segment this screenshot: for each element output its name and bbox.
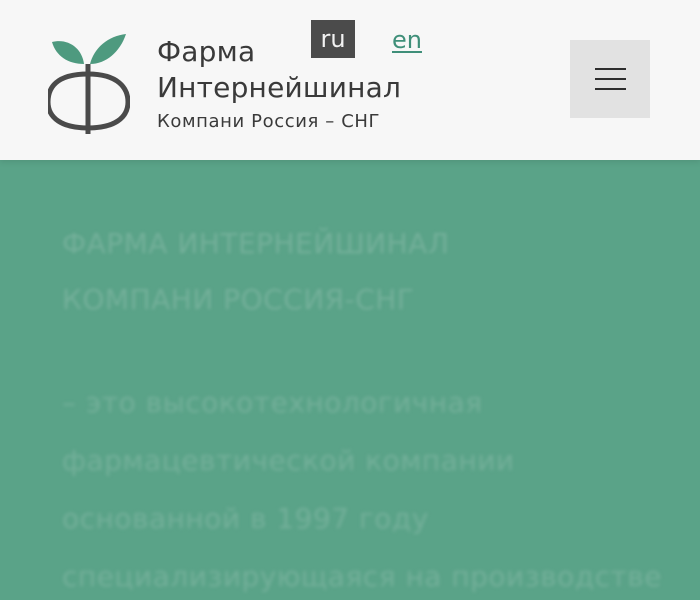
- lang-ru-button[interactable]: ru: [311, 20, 355, 58]
- hero-heading: ФАРМА ИНТЕРНЕЙШИНАЛ КОМПАНИ РОССИЯ-СНГ: [62, 216, 662, 328]
- hero-paragraph-line1: – это высокотехнологичная: [62, 386, 483, 419]
- hero-heading-line1: ФАРМА ИНТЕРНЕЙШИНАЛ: [62, 227, 450, 260]
- hero-paragraph-line4: специализирующаяся на производстве: [62, 560, 663, 593]
- hero-paragraph: – это высокотехнологичная фармацевтическ…: [62, 374, 682, 600]
- hero-section: ФАРМА ИНТЕРНЕЙШИНАЛ КОМПАНИ РОССИЯ-СНГ –…: [0, 166, 700, 600]
- phi-leaf-logo-icon[interactable]: [48, 30, 130, 140]
- brand-name-line1: Фарма: [157, 35, 256, 68]
- brand-block[interactable]: Фарма Интернейшинал Компани Россия – СНГ: [157, 34, 401, 134]
- hero-paragraph-line2: фармацевтической компании: [62, 444, 515, 477]
- brand-tagline: Компани Россия – СНГ: [157, 111, 381, 132]
- menu-button[interactable]: [570, 40, 650, 118]
- page: Фарма Интернейшинал Компани Россия – СНГ…: [0, 0, 700, 600]
- site-header: Фарма Интернейшинал Компани Россия – СНГ…: [0, 0, 700, 160]
- hero-paragraph-line3: основанной в 1997 году: [62, 502, 429, 535]
- brand-name-line2: Интернейшинал: [157, 71, 402, 104]
- lang-en-link[interactable]: en: [392, 22, 422, 58]
- hero-heading-line2: КОМПАНИ РОССИЯ-СНГ: [62, 283, 415, 316]
